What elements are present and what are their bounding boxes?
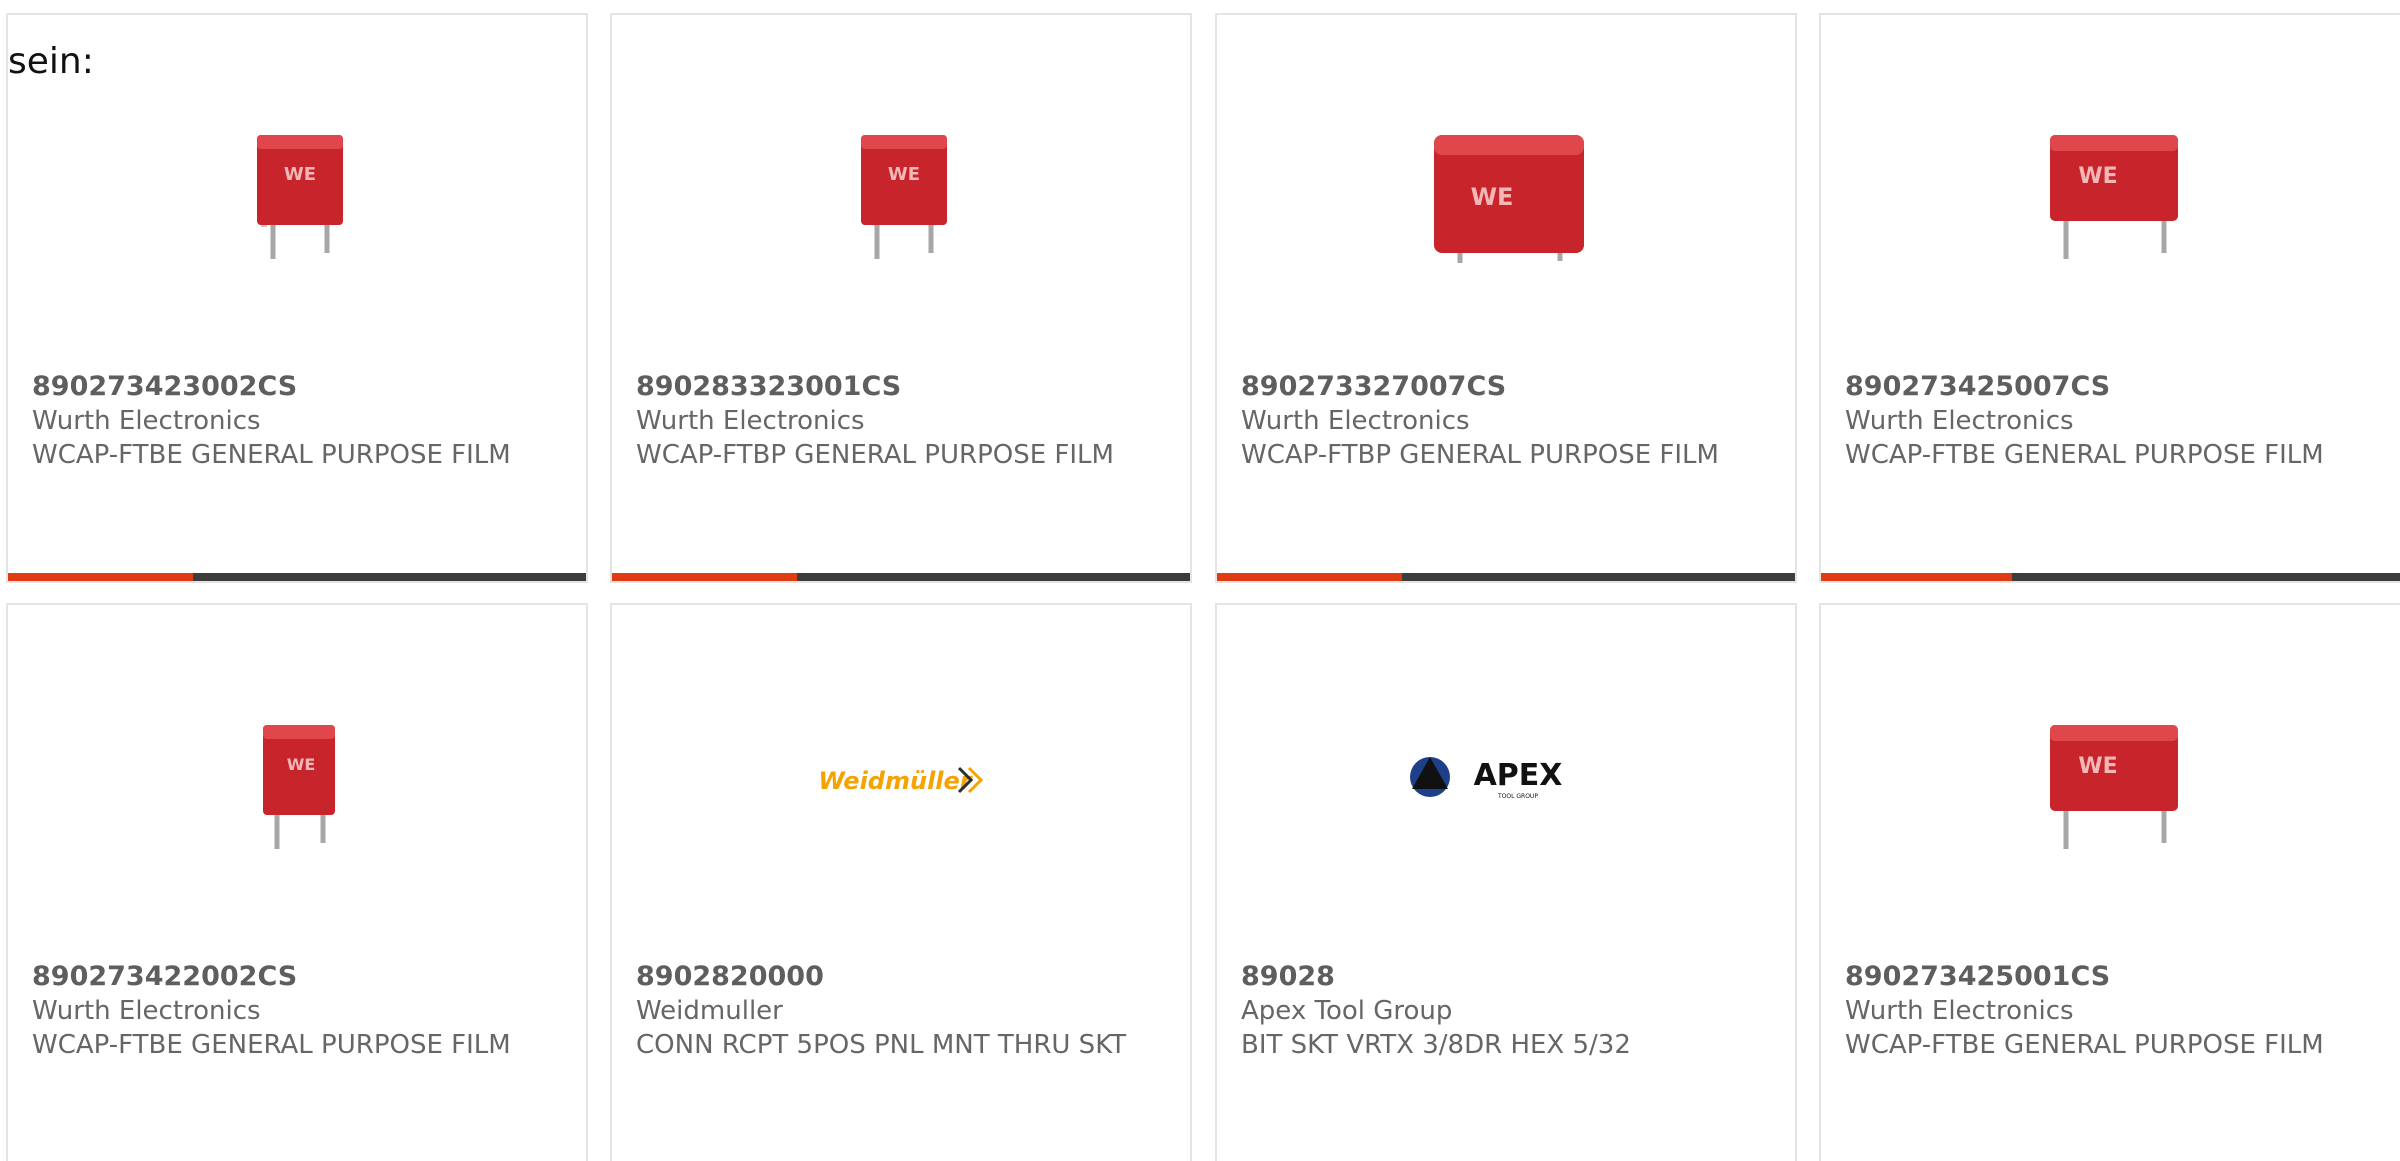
progress-fill <box>612 573 797 581</box>
svg-text:WE: WE <box>888 164 920 185</box>
part-number[interactable]: 890273425001CS <box>1845 960 2110 994</box>
product-card[interactable]: WE 890273422002CS Wurth Electronics WCAP… <box>6 603 588 1161</box>
product-image[interactable]: WE <box>199 677 399 877</box>
product-card[interactable]: WE 890273423002CS Wurth Electronics WCAP… <box>6 13 588 583</box>
product-grid-page: sein: WE 890273423002CS Wurth Electronic… <box>0 0 2400 1161</box>
description: CONN RCPT 5POS PNL MNT THRU SKT <box>636 1030 1127 1060</box>
product-image[interactable]: WE <box>803 87 1003 287</box>
part-number[interactable]: 890283323001CS <box>636 370 901 404</box>
description: WCAP-FTBE GENERAL PURPOSE FILM <box>32 440 511 470</box>
part-number[interactable]: 890273422002CS <box>32 960 297 994</box>
part-number[interactable]: 89028 <box>1241 960 1335 994</box>
manufacturer: Weidmuller <box>636 996 783 1026</box>
manufacturer: Wurth Electronics <box>636 406 865 436</box>
weidmuller-logo-text: Weidmüller <box>818 767 973 795</box>
product-image[interactable]: WE <box>1408 87 1608 287</box>
description: BIT SKT VRTX 3/8DR HEX 5/32 <box>1241 1030 1631 1060</box>
capacitor-small-icon: WE <box>257 135 343 259</box>
apex-logo-subtext: TOOL GROUP <box>1497 793 1538 800</box>
capacitor-wide-icon: WE <box>2050 135 2178 259</box>
capacitor-small-icon: WE <box>263 725 335 849</box>
product-card[interactable]: Weidmüller 8902820000 Weidmuller CONN RC… <box>610 603 1192 1161</box>
svg-text:WE: WE <box>284 164 316 185</box>
apex-logo-text: APEX <box>1474 758 1563 793</box>
product-image[interactable]: Weidmüller <box>803 677 1003 877</box>
svg-text:WE: WE <box>287 755 316 774</box>
weidmuller-logo: Weidmüller <box>818 766 984 795</box>
progress-fill <box>8 573 193 581</box>
part-number[interactable]: 890273423002CS <box>32 370 297 404</box>
progress-fill <box>1217 573 1402 581</box>
manufacturer: Wurth Electronics <box>32 406 261 436</box>
description: WCAP-FTBP GENERAL PURPOSE FILM <box>636 440 1114 470</box>
product-card[interactable]: WE 890273425007CS Wurth Electronics WCAP… <box>1819 13 2400 583</box>
product-card[interactable]: APEX TOOL GROUP 89028 Apex Tool Group BI… <box>1215 603 1797 1161</box>
product-image[interactable]: APEX TOOL GROUP <box>1408 677 1608 877</box>
manufacturer: Wurth Electronics <box>32 996 261 1026</box>
part-number[interactable]: 890273425007CS <box>1845 370 2110 404</box>
manufacturer: Wurth Electronics <box>1845 406 2074 436</box>
svg-text:WE: WE <box>1471 183 1514 211</box>
svg-text:WE: WE <box>2078 754 2117 779</box>
description: WCAP-FTBE GENERAL PURPOSE FILM <box>1845 440 2324 470</box>
product-image[interactable]: WE <box>2012 677 2212 877</box>
part-number[interactable]: 8902820000 <box>636 960 824 994</box>
product-card[interactable]: WE 890283323001CS Wurth Electronics WCAP… <box>610 13 1192 583</box>
product-card[interactable]: WE 890273425001CS Wurth Electronics WCAP… <box>1819 603 2400 1161</box>
description: WCAP-FTBE GENERAL PURPOSE FILM <box>32 1030 511 1060</box>
description: WCAP-FTBE GENERAL PURPOSE FILM <box>1845 1030 2324 1060</box>
manufacturer: Wurth Electronics <box>1845 996 2074 1026</box>
part-number[interactable]: 890273327007CS <box>1241 370 1506 404</box>
card-progress-bar <box>1821 573 2400 581</box>
intro-text: sein: <box>8 41 94 82</box>
capacitor-small-icon: WE <box>861 135 947 259</box>
capacitor-wide-icon: WE <box>2050 725 2178 849</box>
progress-fill <box>1821 573 2012 581</box>
product-card[interactable]: WE 890273327007CS Wurth Electronics WCAP… <box>1215 13 1797 583</box>
capacitor-large-icon: WE <box>1434 135 1584 263</box>
svg-text:WE: WE <box>2078 164 2117 189</box>
description: WCAP-FTBP GENERAL PURPOSE FILM <box>1241 440 1719 470</box>
product-image[interactable]: WE <box>2012 87 2212 287</box>
product-image[interactable]: WE <box>199 87 399 287</box>
manufacturer: Apex Tool Group <box>1241 996 1453 1026</box>
manufacturer: Wurth Electronics <box>1241 406 1470 436</box>
card-progress-bar <box>612 573 1190 581</box>
card-progress-bar <box>8 573 586 581</box>
apex-logo: APEX TOOL GROUP <box>1410 757 1563 800</box>
card-progress-bar <box>1217 573 1795 581</box>
